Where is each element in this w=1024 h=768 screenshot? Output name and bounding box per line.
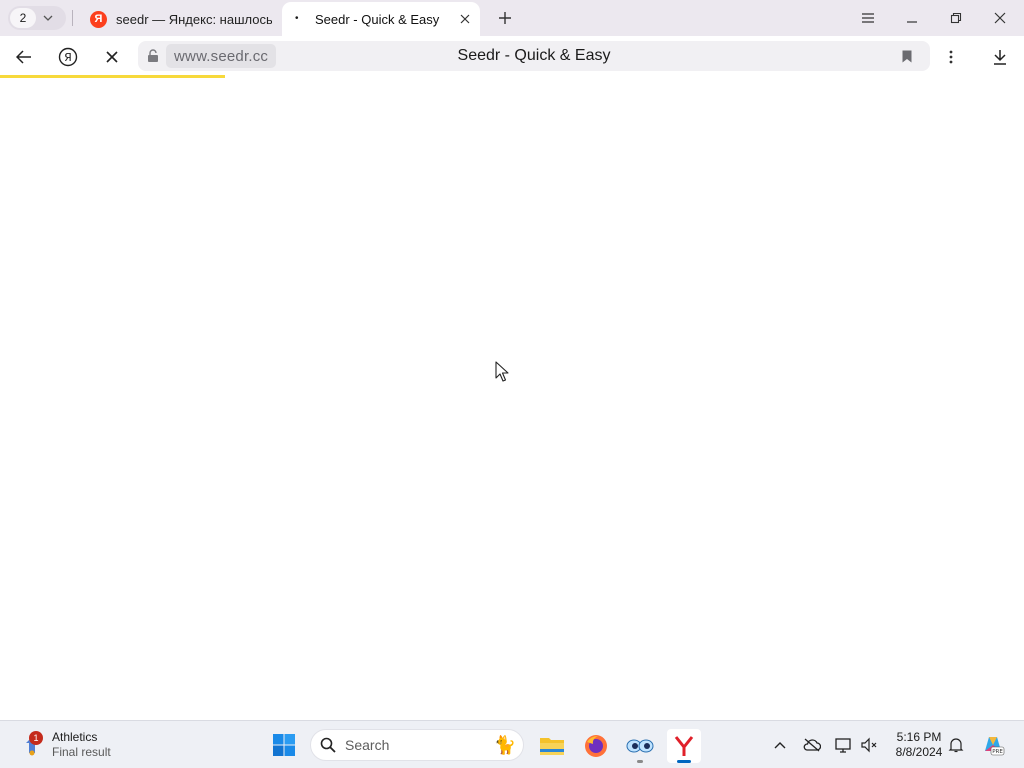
loading-favicon-icon: •: [295, 13, 299, 24]
browser-window: 2 Я seedr — Яндекс: нашлось • Seedr - Qu…: [0, 0, 1024, 720]
chevron-down-icon: [36, 15, 60, 21]
svg-text:PRE: PRE: [992, 749, 1003, 755]
notification-badge: 1: [29, 731, 43, 745]
tab-seedr[interactable]: • Seedr - Quick & Easy: [282, 2, 480, 36]
taskbar: 1 Athletics Final result Search 🐈 5:16 P…: [0, 720, 1024, 768]
new-tab-button[interactable]: [494, 7, 516, 29]
copilot-icon[interactable]: PRE: [980, 732, 1006, 758]
navigation-toolbar: Я www.seedr.cc Seedr - Quick & Easy: [0, 36, 1024, 76]
stop-loading-icon[interactable]: [99, 44, 125, 70]
network-icon[interactable]: [832, 733, 856, 757]
cloud-offline-icon[interactable]: [800, 733, 824, 757]
address-bar[interactable]: www.seedr.cc Seedr - Quick & Easy: [138, 41, 930, 71]
back-arrow-icon[interactable]: [11, 44, 37, 70]
restore-icon[interactable]: [941, 6, 971, 30]
tab-count: 2: [10, 8, 36, 28]
url-text[interactable]: www.seedr.cc: [166, 44, 277, 68]
system-clock[interactable]: 5:16 PM 8/8/2024: [888, 730, 950, 760]
tab-count-button[interactable]: 2: [8, 6, 66, 30]
yandex-logo-icon[interactable]: Я: [55, 44, 81, 70]
clock-date: 8/8/2024: [895, 745, 943, 759]
widget-subtitle: Final result: [52, 745, 111, 759]
tab-separator: [72, 10, 73, 26]
volume-muted-icon[interactable]: [857, 733, 881, 757]
more-options-icon[interactable]: [938, 44, 964, 70]
firefox-icon[interactable]: [579, 729, 613, 763]
running-indicator: [637, 760, 643, 763]
close-window-icon[interactable]: [985, 6, 1015, 30]
eyes-app-icon[interactable]: [623, 729, 657, 763]
mouse-cursor-icon: [495, 361, 509, 388]
tab-strip: 2 Я seedr — Яндекс: нашлось • Seedr - Qu…: [0, 0, 1024, 36]
minimize-icon[interactable]: [897, 6, 927, 30]
search-placeholder: Search: [345, 737, 390, 753]
yandex-favicon-icon: Я: [90, 10, 107, 28]
cat-highlight-icon: 🐈: [493, 734, 517, 755]
page-content: [0, 78, 1024, 720]
taskbar-search[interactable]: Search 🐈: [310, 729, 524, 761]
yandex-browser-icon[interactable]: [667, 729, 701, 763]
download-icon[interactable]: [987, 44, 1013, 70]
widget-title: Athletics: [52, 730, 98, 744]
chevron-up-icon[interactable]: [768, 733, 792, 757]
notification-bell-icon[interactable]: [944, 733, 968, 757]
windows-start-icon[interactable]: [270, 731, 298, 759]
clock-time: 5:16 PM: [896, 730, 942, 744]
weather-widget-icon: 1: [20, 731, 44, 757]
svg-text:Я: Я: [64, 51, 72, 64]
bookmark-icon[interactable]: [898, 47, 916, 65]
tab-title: seedr — Яндекс: нашлось: [116, 11, 272, 27]
lock-icon[interactable]: [144, 47, 162, 65]
news-widget[interactable]: 1 Athletics Final result: [20, 727, 111, 763]
search-icon: [311, 737, 345, 753]
active-app-indicator: [677, 760, 691, 763]
menu-icon[interactable]: [853, 6, 883, 30]
tab-title: Seedr - Quick & Easy: [315, 11, 440, 27]
file-explorer-icon[interactable]: [535, 729, 569, 763]
tab-yandex-search[interactable]: Я seedr — Яндекс: нашлось: [82, 2, 272, 36]
close-tab-icon[interactable]: [454, 8, 476, 30]
